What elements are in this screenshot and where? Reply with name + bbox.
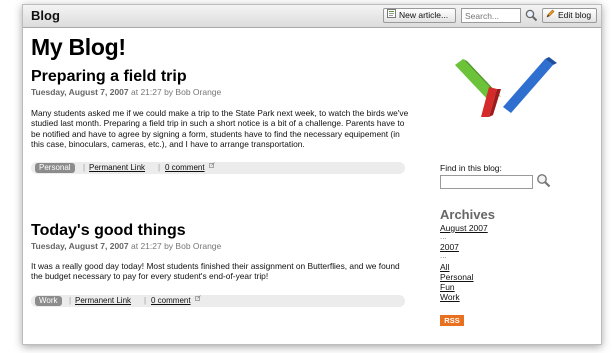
- archive-month-link[interactable]: August 2007: [440, 223, 488, 233]
- category-link-personal[interactable]: Personal: [440, 272, 474, 282]
- blog-search-input[interactable]: [440, 175, 533, 189]
- toolbar-title: Blog: [31, 8, 60, 23]
- category-link-work[interactable]: Work: [440, 292, 460, 302]
- blog-logo-icon: [453, 51, 557, 128]
- post-time-author: at 21:27 by Bob Orange: [128, 241, 222, 251]
- find-in-blog-label: Find in this blog:: [440, 163, 502, 173]
- permanent-link[interactable]: Permanent Link: [89, 162, 145, 174]
- search-input[interactable]: [461, 8, 521, 23]
- new-article-label: New article...: [399, 10, 449, 20]
- separator: |: [69, 296, 72, 305]
- blog-title: My Blog!: [31, 34, 126, 60]
- post-meta: Tuesday, August 7, 2007 at 21:27 by Bob …: [31, 241, 221, 251]
- rss-button[interactable]: RSS: [440, 315, 464, 326]
- post-footer: Work | Permanent Link | 0 comment: [31, 295, 405, 307]
- external-link-icon: [209, 160, 215, 172]
- toolbar: Blog New article... Edit blog: [23, 5, 601, 28]
- separator: |: [158, 163, 161, 172]
- archive-ellipsis: ...: [440, 251, 447, 260]
- pencil-icon: [546, 9, 555, 22]
- category-link-fun[interactable]: Fun: [440, 282, 455, 292]
- edit-blog-label: Edit blog: [558, 10, 592, 20]
- archives-heading: Archives: [440, 207, 495, 222]
- post-body: It was a really good day today! Most stu…: [31, 261, 400, 282]
- post-title[interactable]: Today's good things: [31, 222, 186, 240]
- permanent-link[interactable]: Permanent Link: [75, 295, 131, 307]
- post-meta: Tuesday, August 7, 2007 at 21:27 by Bob …: [31, 87, 221, 97]
- post-body: Many students asked me if we could make …: [31, 108, 409, 149]
- post-footer: Personal | Permanent Link | 0 comment: [31, 162, 405, 174]
- post-date: Tuesday, August 7, 2007: [31, 241, 129, 251]
- comments-link[interactable]: 0 comment: [151, 295, 191, 307]
- new-article-button[interactable]: New article...: [383, 8, 456, 23]
- separator: |: [144, 296, 147, 305]
- new-document-icon: [387, 9, 396, 22]
- archive-ellipsis: ...: [440, 232, 447, 241]
- external-link-icon: [195, 293, 201, 305]
- edit-blog-button[interactable]: Edit blog: [542, 8, 597, 23]
- search-icon[interactable]: [525, 9, 538, 27]
- blog-window: Blog New article... Edit blog My Blog! P…: [22, 4, 602, 345]
- post-tag[interactable]: Personal: [35, 163, 75, 173]
- comments-link[interactable]: 0 comment: [165, 162, 205, 174]
- post-date: Tuesday, August 7, 2007: [31, 87, 129, 97]
- post-title[interactable]: Preparing a field trip: [31, 68, 187, 86]
- category-link-all[interactable]: All: [440, 262, 449, 272]
- separator: |: [83, 163, 86, 172]
- search-icon[interactable]: [536, 173, 551, 193]
- post-time-author: at 21:27 by Bob Orange: [128, 87, 222, 97]
- post-tag[interactable]: Work: [35, 296, 62, 306]
